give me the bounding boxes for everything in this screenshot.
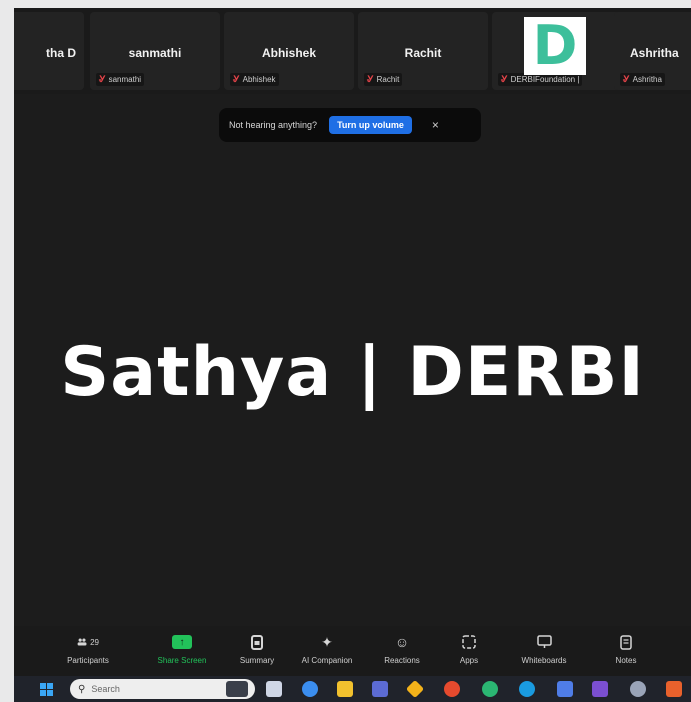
participant-avatar: D bbox=[524, 17, 586, 75]
edge-icon[interactable] bbox=[519, 681, 535, 697]
mic-muted-icon: Ꮍ bbox=[233, 74, 240, 84]
participant-tile[interactable]: Ashritha Ꮍ Ashritha bbox=[614, 12, 691, 90]
participant-label: Ꮍ Abhishek bbox=[230, 73, 279, 86]
app-icon[interactable] bbox=[557, 681, 573, 697]
participant-name: Abhishek bbox=[261, 46, 316, 60]
settings-icon[interactable] bbox=[630, 681, 646, 697]
windows-start-icon[interactable] bbox=[40, 683, 53, 696]
apps-button[interactable]: Apps bbox=[429, 632, 509, 665]
app-icon[interactable] bbox=[405, 679, 425, 699]
task-view-icon[interactable] bbox=[266, 681, 282, 697]
teams-icon[interactable] bbox=[372, 681, 388, 697]
search-placeholder: Search bbox=[91, 684, 120, 694]
turn-up-volume-button[interactable]: Turn up volume bbox=[329, 116, 412, 134]
participant-label: Ꮍ Ashritha bbox=[620, 73, 665, 86]
copilot-icon[interactable] bbox=[302, 681, 318, 697]
share-screen-button[interactable]: ↑ Share Screen bbox=[142, 632, 222, 665]
participant-strip: tha D sanmathi Ꮍsanmathi Abhishek Ꮍ Abhis… bbox=[14, 8, 691, 94]
notes-button[interactable]: Notes bbox=[586, 632, 666, 665]
whiteboards-label: Whiteboards bbox=[521, 656, 567, 665]
meeting-toolbar: 29 Participants ↑ Share Screen Summary ✦… bbox=[14, 626, 691, 676]
participant-tile[interactable]: Abhishek Ꮍ Abhishek bbox=[224, 12, 354, 90]
zoom-meeting-window: tha D sanmathi Ꮍsanmathi Abhishek Ꮍ Abhis… bbox=[14, 8, 691, 702]
summary-button[interactable]: Summary bbox=[217, 632, 297, 665]
active-speaker-name: Sathya | DERBI bbox=[60, 333, 645, 412]
file-explorer-icon[interactable] bbox=[337, 681, 353, 697]
sparkle-icon: ✦ bbox=[321, 633, 333, 650]
chrome-icon[interactable] bbox=[444, 681, 460, 697]
smiley-icon: ☺ bbox=[394, 634, 410, 650]
whiteboards-button[interactable]: Whiteboards bbox=[504, 632, 584, 665]
summary-label: Summary bbox=[239, 656, 275, 665]
participant-tile[interactable]: tha D bbox=[14, 12, 84, 90]
search-icon: ⚲ bbox=[78, 683, 86, 695]
mic-muted-icon: Ꮍ bbox=[501, 74, 508, 84]
mic-muted-icon: Ꮍ bbox=[367, 74, 374, 84]
share-screen-icon: ↑ bbox=[172, 635, 192, 649]
close-icon[interactable]: × bbox=[432, 118, 439, 132]
notes-label: Notes bbox=[615, 656, 637, 665]
participants-button[interactable]: 29 Participants bbox=[48, 632, 128, 666]
mic-muted-icon: Ꮍ bbox=[623, 74, 630, 84]
audio-notice: Not hearing anything? Turn up volume × bbox=[219, 108, 481, 142]
participants-icon: 29 bbox=[77, 632, 99, 652]
apps-icon bbox=[458, 632, 480, 652]
whiteboard-icon bbox=[533, 632, 555, 652]
participants-label: Participants bbox=[67, 656, 109, 665]
windows-taskbar: ⚲ Search bbox=[14, 676, 691, 702]
participant-name: sanmathi bbox=[128, 46, 182, 60]
ai-companion-label: AI Companion bbox=[301, 656, 353, 665]
mic-muted-icon: Ꮍ bbox=[99, 74, 106, 84]
participant-name: tha D bbox=[46, 46, 76, 60]
notes-icon bbox=[615, 632, 637, 652]
apps-label: Apps bbox=[459, 656, 479, 665]
participant-label: Ꮍsanmathi bbox=[96, 73, 145, 86]
participant-label: Ꮍ Rachit bbox=[364, 73, 403, 86]
reactions-label: Reactions bbox=[384, 656, 420, 665]
participant-count: 29 bbox=[90, 637, 99, 647]
document-icon bbox=[246, 632, 268, 652]
participant-name: Rachit bbox=[404, 46, 442, 60]
weather-icon[interactable] bbox=[226, 681, 248, 697]
ai-companion-button[interactable]: ✦ AI Companion bbox=[287, 632, 367, 666]
share-screen-label: Share Screen bbox=[157, 656, 207, 665]
notice-text: Not hearing anything? bbox=[229, 120, 318, 130]
app-icon[interactable] bbox=[666, 681, 682, 697]
participant-tile[interactable]: sanmathi Ꮍsanmathi bbox=[90, 12, 220, 90]
zoom-app-icon[interactable] bbox=[592, 681, 608, 697]
participant-tile[interactable]: Rachit Ꮍ Rachit bbox=[358, 12, 488, 90]
whatsapp-icon[interactable] bbox=[482, 681, 498, 697]
participant-name: Ashritha bbox=[630, 46, 679, 60]
